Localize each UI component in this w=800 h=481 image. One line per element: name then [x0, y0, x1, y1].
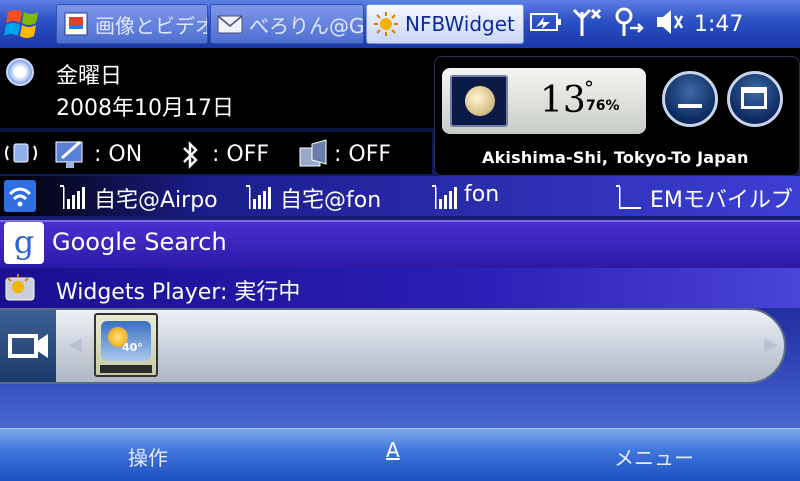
tab-mail[interactable]: べろりん@Gl	[210, 4, 364, 44]
signal-off-icon[interactable]	[572, 6, 602, 42]
wifi-status-icon[interactable]	[54, 138, 88, 174]
network-item[interactable]: 自宅@Airpo	[94, 182, 238, 214]
photos-icon	[63, 11, 89, 37]
network-item[interactable]: 自宅@fon	[280, 182, 381, 214]
tab-label: NFBWidget	[405, 12, 515, 36]
menu-softkey[interactable]: メニュー	[614, 442, 694, 471]
widgets-player-icon	[4, 272, 38, 308]
google-icon: g	[4, 222, 44, 264]
bluetooth-icon[interactable]	[180, 140, 202, 174]
tv-base	[100, 365, 152, 373]
signal-strength-icon	[58, 181, 88, 211]
system-tray: 1:47	[530, 6, 743, 42]
clock-time[interactable]: 1:47	[694, 12, 743, 37]
weather-widget-thumbnail[interactable]: 40°	[94, 313, 158, 377]
google-search-label[interactable]: Google Search	[52, 228, 227, 256]
tab-pictures-videos[interactable]: 画像とビデオ	[56, 4, 208, 44]
location-text: Akishima-Shi, Tokyo-To Japan	[482, 148, 749, 167]
degree-symbol: °	[584, 76, 594, 100]
network-item[interactable]: EMモバイルブ	[650, 182, 800, 214]
wifi-icon	[4, 180, 36, 212]
start-button[interactable]	[2, 4, 50, 44]
phone-status-text: : OFF	[334, 142, 392, 167]
maximize-button[interactable]	[727, 71, 783, 127]
sun-widget-icon	[373, 11, 399, 37]
mail-icon	[217, 11, 243, 37]
tray-scroll-left-button[interactable]: ◀	[68, 334, 82, 355]
left-softkey[interactable]: 操作	[128, 442, 168, 471]
windows-logo-icon	[4, 10, 38, 38]
battery-icon[interactable]	[530, 11, 562, 37]
tab-label: べろりん@Gl	[249, 13, 364, 38]
bluetooth-status-text: : OFF	[212, 142, 270, 167]
minimize-button[interactable]	[662, 71, 718, 127]
clock-icon	[6, 58, 34, 86]
tray-scroll-right-button[interactable]: ▶	[764, 334, 778, 355]
phone-status-icon[interactable]	[298, 138, 330, 174]
widgets-player-status: Widgets Player: 実行中	[56, 280, 301, 305]
connectivity-icon[interactable]	[612, 6, 644, 42]
wifi-status-text: : ON	[94, 142, 143, 167]
weekday-text: 金曜日	[56, 64, 123, 89]
video-camera-icon[interactable]	[0, 310, 56, 382]
humidity-value: 76%	[586, 98, 620, 114]
tab-nfbwidget[interactable]: NFBWidget	[366, 4, 524, 44]
signal-strength-icon	[430, 181, 460, 211]
date-text: 2008年10月17日	[56, 96, 234, 121]
tab-label: 画像とビデオ	[95, 13, 208, 38]
temperature-value: 13	[540, 80, 586, 121]
volume-off-icon[interactable]	[654, 7, 684, 41]
comm-manager-icon[interactable]	[4, 138, 38, 172]
thumbnail-temperature: 40°	[122, 341, 143, 354]
signal-strength-icon	[244, 181, 274, 211]
moon-icon	[450, 75, 508, 127]
network-item[interactable]: fon	[464, 182, 499, 207]
signal-weak-icon	[614, 181, 644, 211]
input-panel-button[interactable]: A	[386, 438, 400, 462]
